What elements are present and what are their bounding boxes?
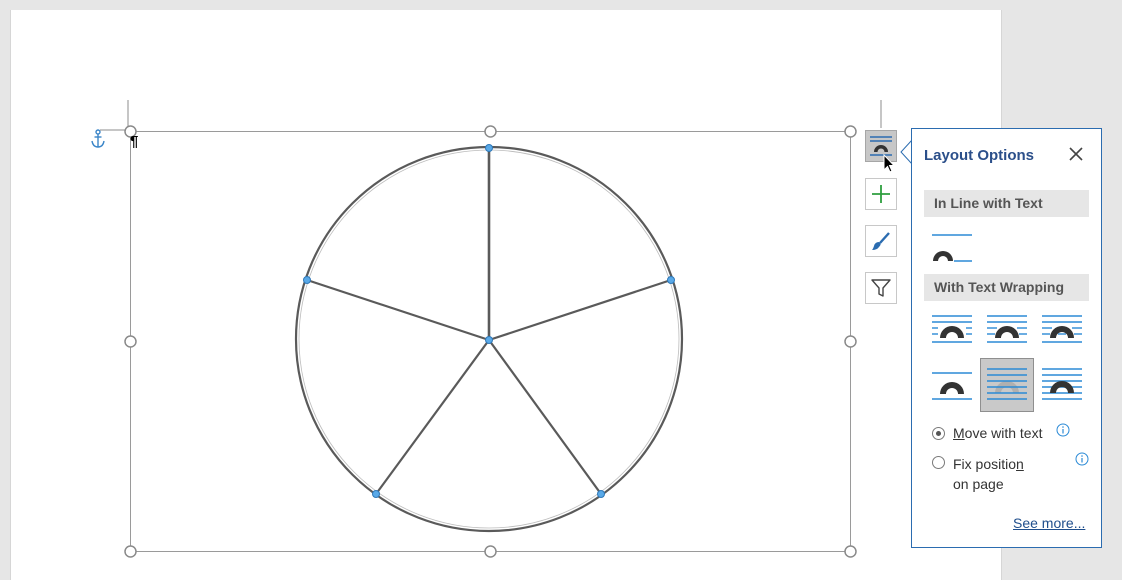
anchor-icon[interactable] xyxy=(90,129,106,149)
paragraph-mark: ¶ xyxy=(130,133,139,150)
wrap-option-in-front-of-text[interactable] xyxy=(1035,358,1089,412)
through-wrap-icon xyxy=(1042,315,1082,343)
add-elements-button[interactable] xyxy=(865,178,897,210)
panel-title: Layout Options xyxy=(924,147,1034,164)
fix-position-label: Fix position on page xyxy=(953,456,1024,492)
move-with-text-radio[interactable] xyxy=(932,427,945,440)
wrap-option-in-line[interactable] xyxy=(925,221,979,275)
resize-handle-left[interactable] xyxy=(124,335,137,348)
vertex-handle[interactable] xyxy=(485,336,493,344)
fix-position-radio[interactable] xyxy=(932,456,945,469)
wrap-option-square[interactable] xyxy=(925,303,979,357)
resize-handle-bottom[interactable] xyxy=(484,545,497,558)
vertex-handle[interactable] xyxy=(303,276,311,284)
resize-handle-bottom-left[interactable] xyxy=(124,545,137,558)
filter-icon xyxy=(871,279,891,297)
inline-section-header: In Line with Text xyxy=(924,190,1089,217)
see-more-link[interactable]: See more... xyxy=(1013,515,1085,531)
wrap-option-through[interactable] xyxy=(1035,303,1089,357)
brush-icon xyxy=(872,232,890,250)
square-wrap-icon xyxy=(932,315,972,343)
mouse-cursor-icon xyxy=(883,154,896,173)
vertex-handle[interactable] xyxy=(597,490,605,498)
info-icon[interactable] xyxy=(1056,423,1070,437)
vertex-handle[interactable] xyxy=(667,276,675,284)
layout-options-panel: Layout Options In Line with Text With Te… xyxy=(911,128,1102,548)
resize-handle-top[interactable] xyxy=(484,125,497,138)
wrap-option-behind-text[interactable] xyxy=(980,358,1034,412)
vertex-handle[interactable] xyxy=(372,490,380,498)
in-front-of-text-icon xyxy=(1042,368,1082,400)
filters-button[interactable] xyxy=(865,272,897,304)
fix-position-option[interactable]: Fix position on page xyxy=(932,454,1042,494)
wrapping-section-header: With Text Wrapping xyxy=(924,274,1089,301)
plus-icon xyxy=(872,185,890,203)
top-and-bottom-wrap-icon xyxy=(932,372,972,400)
vertex-handle[interactable] xyxy=(485,144,493,152)
close-icon[interactable] xyxy=(1067,145,1085,163)
move-with-text-label: Move with text xyxy=(953,425,1043,441)
resize-handle-right[interactable] xyxy=(844,335,857,348)
wrap-option-top-and-bottom[interactable] xyxy=(925,358,979,412)
wrap-option-tight[interactable] xyxy=(980,303,1034,357)
styles-button[interactable] xyxy=(865,225,897,257)
tight-wrap-icon xyxy=(987,315,1027,343)
in-line-with-text-icon xyxy=(932,234,972,262)
resize-handle-bottom-right[interactable] xyxy=(844,545,857,558)
info-icon[interactable] xyxy=(1075,452,1089,466)
resize-handle-top-right[interactable] xyxy=(844,125,857,138)
move-with-text-option[interactable]: Move with text xyxy=(932,425,1043,441)
behind-text-icon xyxy=(987,368,1027,400)
